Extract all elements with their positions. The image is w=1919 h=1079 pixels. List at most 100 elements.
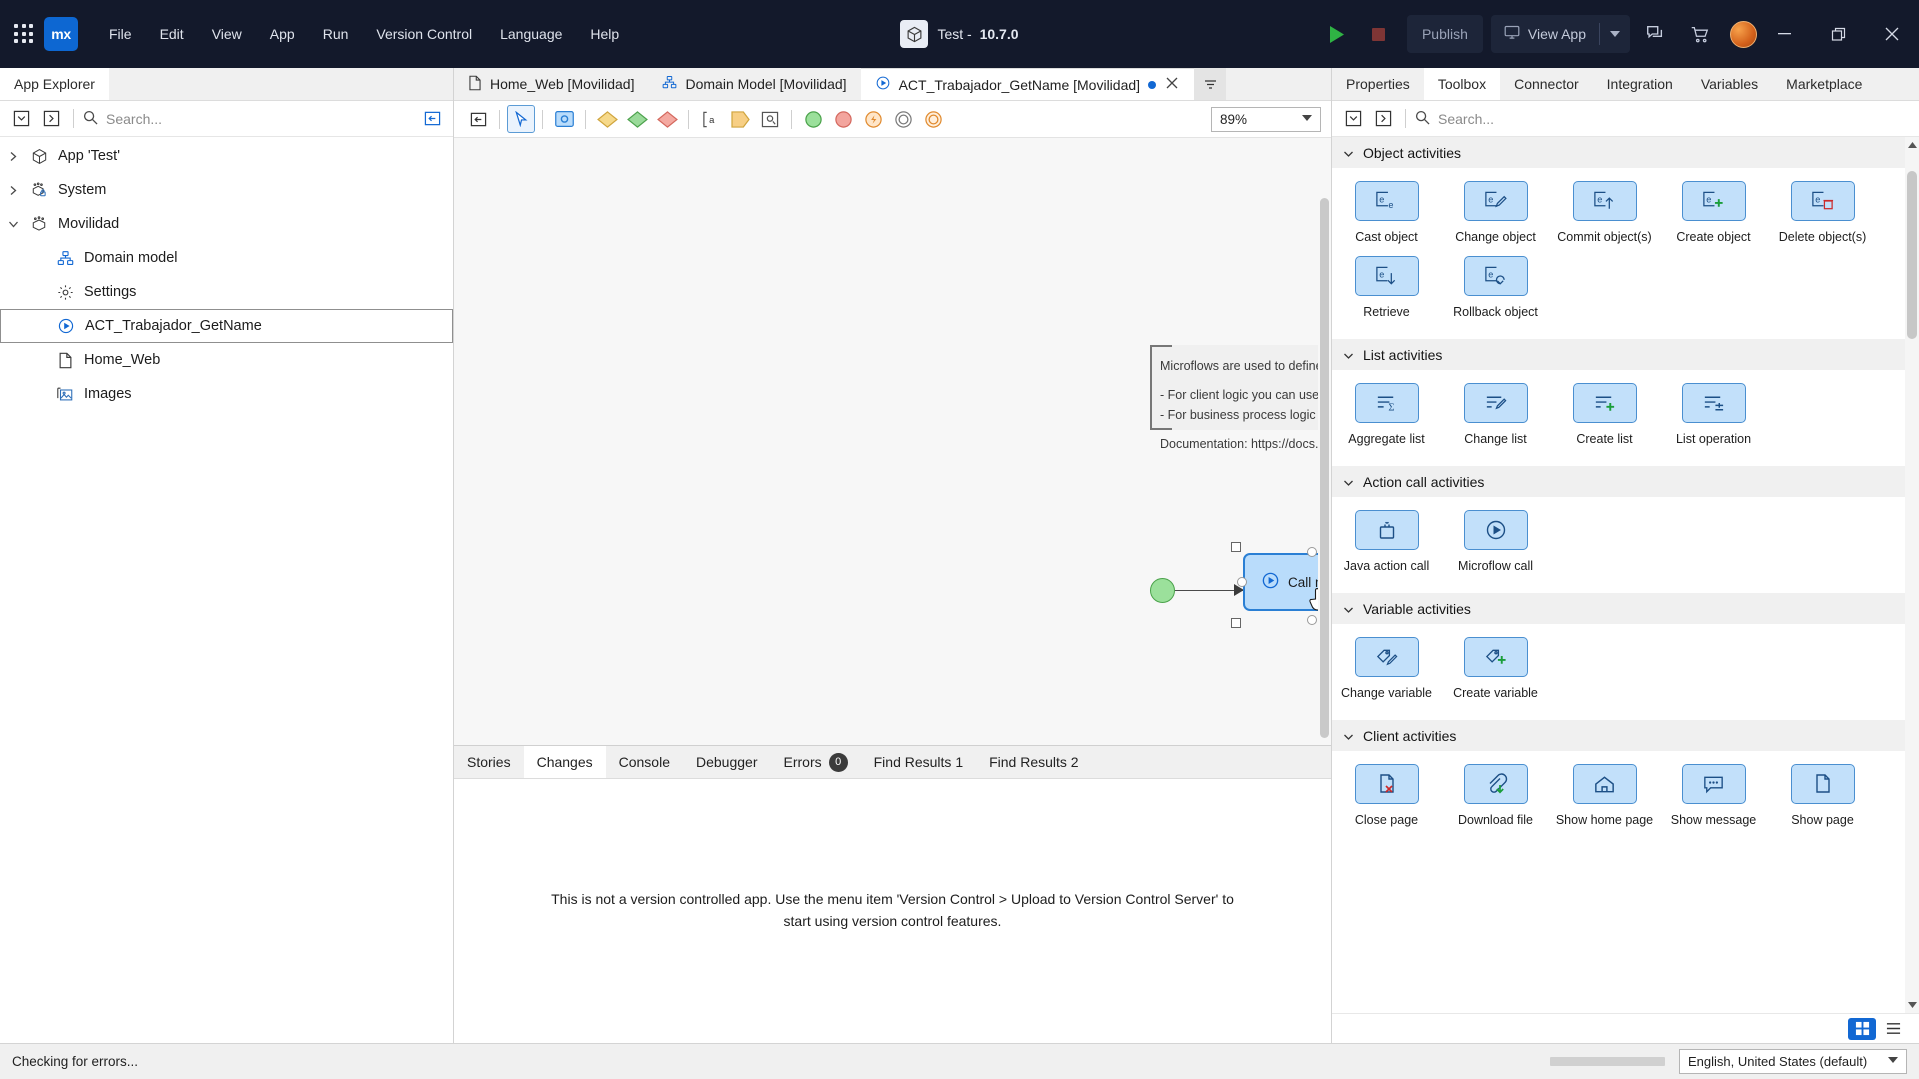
toolbox-item-create-list[interactable]: Create list <box>1550 383 1659 446</box>
pointer-select-icon[interactable] <box>507 105 535 133</box>
end-event-icon[interactable] <box>829 105 857 133</box>
tree-item-system[interactable]: System <box>0 173 453 207</box>
collapse-all-icon[interactable] <box>8 106 34 132</box>
list-view-icon[interactable] <box>1879 1018 1907 1040</box>
stop-button[interactable] <box>1359 0 1399 68</box>
tree-item-app-test[interactable]: App 'Test' <box>0 139 453 173</box>
toolbox-item-aggregate-list[interactable]: Σ Aggregate list <box>1332 383 1441 446</box>
error-event-icon[interactable] <box>859 105 887 133</box>
toolbox-vertical-scrollbar[interactable] <box>1905 137 1919 1013</box>
user-avatar[interactable] <box>1730 21 1757 48</box>
grid-view-icon[interactable] <box>1848 1018 1876 1040</box>
editor-tab-home-web[interactable]: Home_Web [Movilidad] <box>454 68 648 100</box>
toolbox-search-field[interactable] <box>1438 111 1911 127</box>
zoom-level-select[interactable]: 89% <box>1211 107 1321 132</box>
decision-green-icon[interactable] <box>623 105 651 133</box>
chevron-right-icon[interactable] <box>0 151 26 162</box>
section-client-activities[interactable]: Client activities <box>1332 720 1905 751</box>
expand-all-icon[interactable] <box>38 106 64 132</box>
section-object-activities[interactable]: Object activities <box>1332 137 1905 168</box>
view-app-button[interactable]: View App <box>1491 15 1599 53</box>
parameter-icon[interactable] <box>726 105 754 133</box>
toolbox-item-change-variable[interactable]: Change variable <box>1332 637 1441 700</box>
toolbox-item-show-home-page[interactable]: Show home page <box>1550 764 1659 827</box>
restore-window-icon[interactable] <box>1811 0 1865 68</box>
annotation-icon[interactable]: a <box>696 105 724 133</box>
toolbox-item-delete-objects[interactable]: e Delete object(s) <box>1768 181 1877 244</box>
tab-marketplace[interactable]: Marketplace <box>1772 68 1876 100</box>
chevron-down-icon[interactable] <box>0 220 26 229</box>
loop-icon[interactable] <box>756 105 784 133</box>
dock-panel-icon[interactable] <box>464 105 492 133</box>
toolbox-item-create-object[interactable]: e Create object <box>1659 181 1768 244</box>
tab-stories[interactable]: Stories <box>454 746 524 778</box>
apps-grid-icon[interactable] <box>14 24 34 44</box>
tree-item-settings[interactable]: Settings <box>0 275 453 309</box>
toolbox-item-microflow-call[interactable]: Microflow call <box>1441 510 1550 573</box>
toolbox-search-input[interactable] <box>1415 110 1911 128</box>
resize-handle-bc[interactable] <box>1307 615 1317 625</box>
scroll-up-arrow-icon[interactable] <box>1905 137 1919 153</box>
tab-console[interactable]: Console <box>606 746 683 778</box>
editor-tab-domain-model[interactable]: Domain Model [Movilidad] <box>648 68 860 100</box>
toolbox-item-show-page[interactable]: Show page <box>1768 764 1877 827</box>
break-event-icon[interactable] <box>919 105 947 133</box>
toolbox-item-cast-object[interactable]: e e Cast object <box>1332 181 1441 244</box>
toolbox-item-download-file[interactable]: Download file <box>1441 764 1550 827</box>
minimize-icon[interactable] <box>1757 0 1811 68</box>
editor-tab-act-trabajador-getname[interactable]: ACT_Trabajador_GetName [Movilidad] <box>861 68 1194 100</box>
decision-yellow-icon[interactable] <box>593 105 621 133</box>
toolbox-item-retrieve[interactable]: e Retrieve <box>1332 256 1441 319</box>
tree-item-images[interactable]: Images <box>0 377 453 411</box>
chat-bubbles-icon[interactable] <box>1636 15 1674 53</box>
resize-handle-bl[interactable] <box>1231 618 1241 628</box>
continue-event-icon[interactable] <box>889 105 917 133</box>
tab-toolbox[interactable]: Toolbox <box>1424 68 1500 100</box>
expand-all-icon[interactable] <box>1370 106 1396 132</box>
canvas-vertical-scrollbar[interactable] <box>1318 138 1331 745</box>
tree-item-domain-model[interactable]: Domain model <box>0 241 453 275</box>
activity-icon[interactable] <box>550 105 578 133</box>
section-list-activities[interactable]: List activities <box>1332 339 1905 370</box>
microflow-annotation[interactable]: Microflows are used to define server log… <box>1150 345 1331 430</box>
toolbox-item-create-variable[interactable]: Create variable <box>1441 637 1550 700</box>
shopping-cart-icon[interactable] <box>1680 15 1718 53</box>
resize-handle-tc[interactable] <box>1307 547 1317 557</box>
tab-find-results-1[interactable]: Find Results 1 <box>861 746 976 778</box>
toolbox-item-list-operation[interactable]: List operation <box>1659 383 1768 446</box>
toolbox-item-commit-objects[interactable]: e Commit object(s) <box>1550 181 1659 244</box>
scroll-down-arrow-icon[interactable] <box>1905 997 1919 1013</box>
tab-overflow-icon[interactable] <box>1194 68 1226 100</box>
connect-handle-left[interactable] <box>1237 577 1247 587</box>
dock-panel-icon[interactable] <box>419 106 445 132</box>
start-event[interactable] <box>1150 578 1175 603</box>
menu-edit[interactable]: Edit <box>147 19 197 49</box>
menu-run[interactable]: Run <box>310 19 362 49</box>
toolbox-item-show-message[interactable]: Show message <box>1659 764 1768 827</box>
chevron-down-icon[interactable] <box>1600 15 1630 53</box>
canvas-scroll-thumb[interactable] <box>1320 198 1329 738</box>
section-variable-activities[interactable]: Variable activities <box>1332 593 1905 624</box>
tab-find-results-2[interactable]: Find Results 2 <box>976 746 1091 778</box>
run-button[interactable] <box>1315 0 1359 68</box>
collapse-all-icon[interactable] <box>1340 106 1366 132</box>
toolbox-item-change-list[interactable]: Change list <box>1441 383 1550 446</box>
tab-changes[interactable]: Changes <box>524 746 606 778</box>
chevron-right-icon[interactable] <box>0 185 26 196</box>
toolbox-item-rollback-object[interactable]: e Rollback object <box>1441 256 1550 319</box>
start-event-icon[interactable] <box>799 105 827 133</box>
tab-app-explorer[interactable]: App Explorer <box>0 68 109 100</box>
tab-variables[interactable]: Variables <box>1687 68 1772 100</box>
menu-help[interactable]: Help <box>577 19 632 49</box>
close-icon[interactable] <box>1164 77 1180 92</box>
language-select[interactable]: English, United States (default) <box>1679 1049 1907 1074</box>
menu-file[interactable]: File <box>96 19 145 49</box>
menu-app[interactable]: App <box>257 19 308 49</box>
resize-handle-tl[interactable] <box>1231 542 1241 552</box>
tree-item-movilidad[interactable]: Movilidad <box>0 207 453 241</box>
tab-properties[interactable]: Properties <box>1332 68 1424 100</box>
tab-errors[interactable]: Errors 0 <box>771 746 861 778</box>
menu-view[interactable]: View <box>199 19 255 49</box>
section-action-call-activities[interactable]: Action call activities <box>1332 466 1905 497</box>
tree-item-home-web[interactable]: Home_Web <box>0 343 453 377</box>
